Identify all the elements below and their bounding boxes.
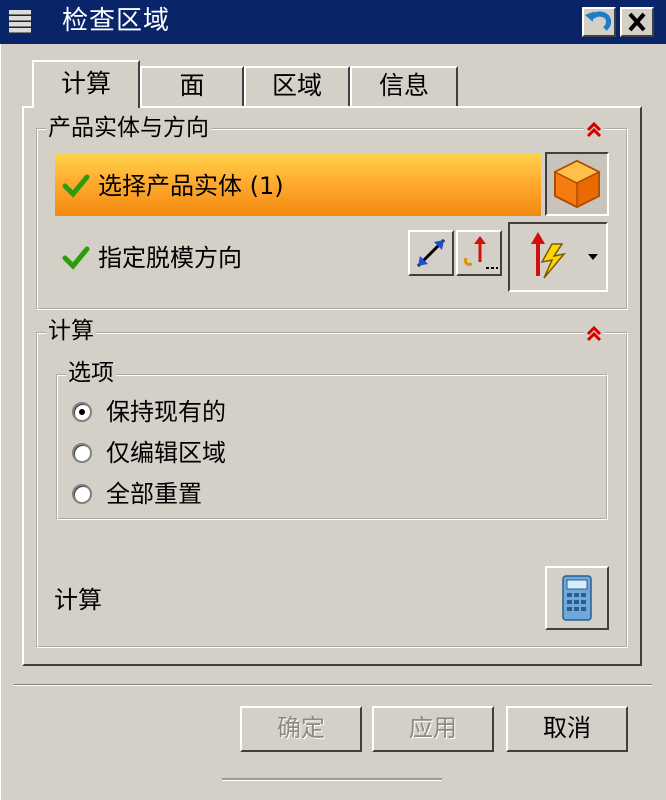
close-button[interactable] [620, 7, 654, 37]
vector-options-icon [464, 236, 498, 269]
radio-reset-all[interactable] [72, 484, 92, 504]
reset-button[interactable] [582, 7, 616, 37]
draft-direction-label: 指定脱模方向 [98, 244, 242, 272]
cancel-button[interactable]: 取消 [506, 706, 628, 752]
calculator-icon [562, 575, 592, 621]
reverse-direction-button[interactable] [408, 230, 454, 276]
chevron-down-icon [588, 254, 598, 260]
compute-label: 计算 [54, 586, 102, 614]
tab-face[interactable]: 面 [140, 66, 244, 106]
apply-button[interactable]: 应用 [372, 706, 494, 752]
resize-handle[interactable] [222, 778, 442, 781]
cube-icon [553, 159, 601, 209]
window-title: 检查区域 [62, 6, 171, 36]
separator [14, 684, 652, 686]
select-body-label: 选择产品实体 (1) [98, 172, 284, 200]
tab-info[interactable]: 信息 [350, 66, 458, 106]
window-frame [0, 44, 5, 800]
window-menu-icon[interactable] [9, 10, 31, 34]
double-chevron-up-icon[interactable] [584, 120, 604, 140]
close-icon [628, 12, 646, 32]
radio-edit-region-only[interactable] [72, 443, 92, 463]
radio-edit-region-only-label: 仅编辑区域 [106, 439, 226, 467]
radio-keep-existing-label: 保持现有的 [106, 398, 226, 426]
compute-button[interactable] [545, 566, 609, 630]
radio-keep-existing[interactable] [72, 402, 92, 422]
double-chevron-up-icon[interactable] [584, 324, 604, 344]
undo-arrow-icon [584, 11, 612, 31]
tab-calculate[interactable]: 计算 [32, 60, 140, 108]
solid-body-button[interactable] [545, 152, 609, 216]
direction-options-button[interactable] [456, 230, 502, 276]
product-group-title: 产品实体与方向 [46, 115, 211, 141]
check-icon [62, 246, 90, 270]
options-group-title: 选项 [66, 360, 116, 386]
check-icon [62, 174, 90, 198]
tab-region[interactable]: 区域 [244, 66, 350, 106]
calculate-group-title: 计算 [46, 318, 96, 344]
ok-button[interactable]: 确定 [240, 706, 362, 752]
vector-method-dropdown[interactable] [508, 222, 608, 292]
reverse-direction-icon [416, 238, 446, 268]
radio-reset-all-label: 全部重置 [106, 480, 202, 508]
